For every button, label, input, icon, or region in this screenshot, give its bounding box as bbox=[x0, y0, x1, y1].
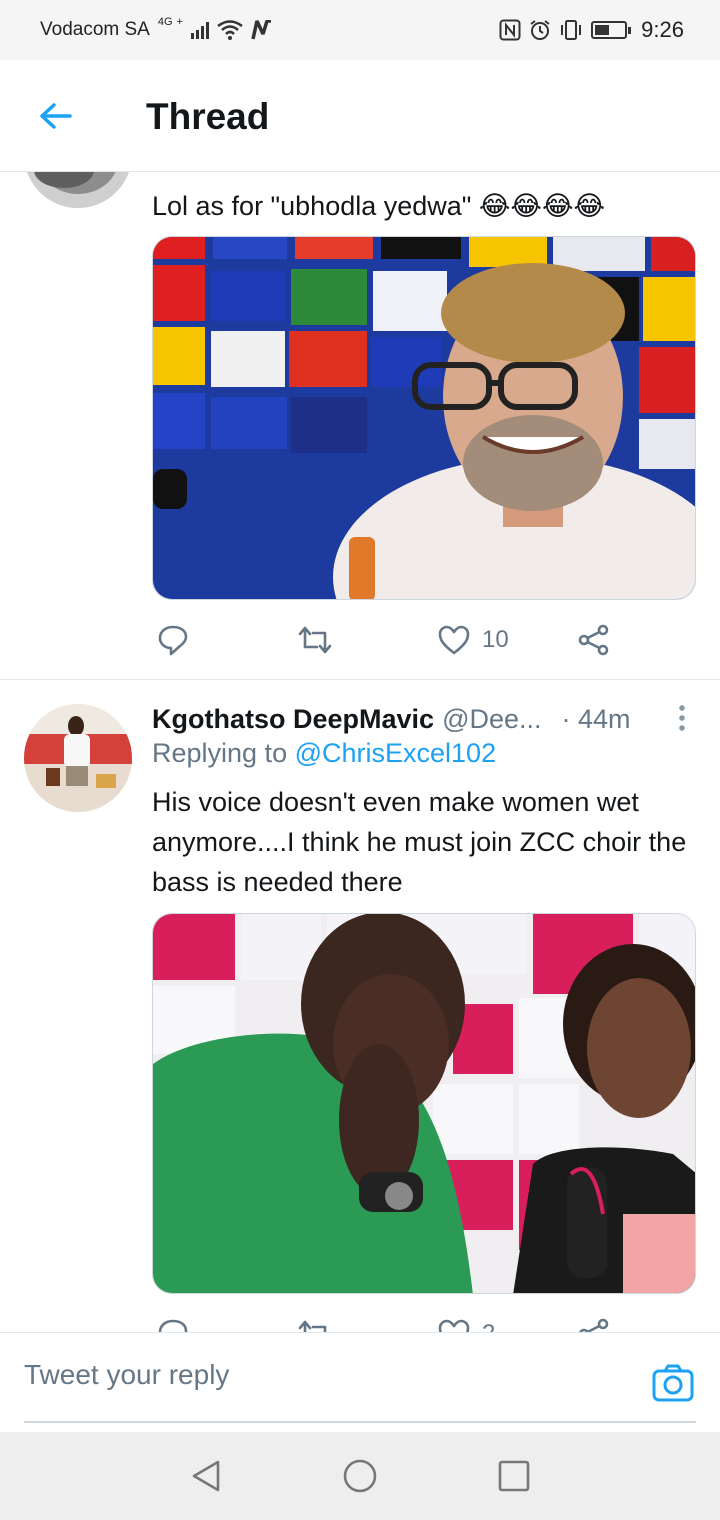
vibrate-icon bbox=[561, 20, 582, 40]
nav-home-icon[interactable] bbox=[342, 1458, 378, 1494]
display-name[interactable]: Kgothatso DeepMavic bbox=[152, 704, 434, 735]
replying-to-link[interactable]: @ChrisExcel102 bbox=[295, 738, 497, 768]
camera-icon[interactable] bbox=[652, 1363, 694, 1403]
reply-input[interactable]: Tweet your reply bbox=[24, 1359, 229, 1391]
tweet-header: Kgothatso DeepMavic @Dee... · 44m bbox=[152, 700, 700, 738]
like-button[interactable]: 2 bbox=[438, 1314, 495, 1332]
network-type-plus: + bbox=[176, 16, 183, 28]
back-arrow-icon[interactable] bbox=[36, 96, 76, 136]
tweet-time: · 44m bbox=[561, 703, 631, 734]
retweet-icon bbox=[298, 1320, 327, 1332]
signal-icon bbox=[190, 21, 209, 39]
heart-icon bbox=[438, 1319, 470, 1332]
tweet-text: His voice doesn't even make women wet an… bbox=[152, 787, 687, 897]
wifi-icon bbox=[217, 20, 243, 40]
share-button[interactable] bbox=[578, 1314, 610, 1332]
status-bar: Vodacom SA 4G + 9:26 bbox=[0, 0, 720, 60]
heart-icon bbox=[438, 625, 470, 655]
page-title: Thread bbox=[146, 96, 270, 137]
retweet-button[interactable] bbox=[298, 620, 332, 660]
system-nav-bar bbox=[0, 1432, 720, 1520]
reply-icon bbox=[158, 1319, 188, 1332]
share-button[interactable] bbox=[578, 620, 610, 660]
tweet-actions: 10 bbox=[152, 620, 632, 660]
avatar[interactable] bbox=[24, 704, 132, 812]
nfc-n-icon bbox=[251, 20, 271, 40]
tweet-divider bbox=[0, 679, 720, 680]
reply-button[interactable] bbox=[158, 620, 188, 660]
share-icon bbox=[578, 624, 609, 656]
battery-icon bbox=[591, 21, 632, 39]
share-icon bbox=[579, 1318, 609, 1332]
like-button[interactable]: 10 bbox=[438, 620, 509, 660]
replying-to: Replying to @ChrisExcel102 bbox=[152, 738, 496, 769]
carrier-label: Vodacom SA bbox=[40, 19, 150, 40]
thread-scroll-area[interactable]: Lol as for "ubhodla yedwa" 😂😂😂😂 10 Kgoth… bbox=[0, 172, 720, 1332]
reply-icon bbox=[158, 625, 188, 656]
nfc-icon bbox=[499, 19, 521, 41]
more-options-icon[interactable] bbox=[678, 704, 686, 732]
tweet-image[interactable] bbox=[152, 913, 696, 1294]
tweet-image[interactable] bbox=[152, 236, 696, 600]
retweet-button[interactable] bbox=[298, 1314, 332, 1332]
reply-input-underline bbox=[24, 1421, 696, 1423]
user-handle[interactable]: @Dee... bbox=[442, 704, 541, 735]
reply-bar: Tweet your reply bbox=[0, 1332, 720, 1432]
nav-back-icon[interactable] bbox=[188, 1458, 224, 1494]
clock: 9:26 bbox=[641, 17, 684, 42]
replying-prefix: Replying to bbox=[152, 738, 295, 768]
avatar[interactable] bbox=[24, 172, 132, 208]
alarm-icon bbox=[530, 20, 550, 40]
retweet-icon bbox=[298, 626, 332, 654]
like-count: 10 bbox=[482, 626, 509, 653]
nav-recents-icon[interactable] bbox=[496, 1458, 532, 1494]
thread-header: Thread bbox=[0, 60, 720, 172]
reply-button[interactable] bbox=[158, 1314, 188, 1332]
network-type: 4G bbox=[157, 16, 173, 28]
tweet-text: Lol as for "ubhodla yedwa" 😂😂😂😂 bbox=[152, 191, 606, 221]
like-count: 2 bbox=[482, 1320, 495, 1332]
tweet-actions: 2 bbox=[152, 1314, 632, 1332]
